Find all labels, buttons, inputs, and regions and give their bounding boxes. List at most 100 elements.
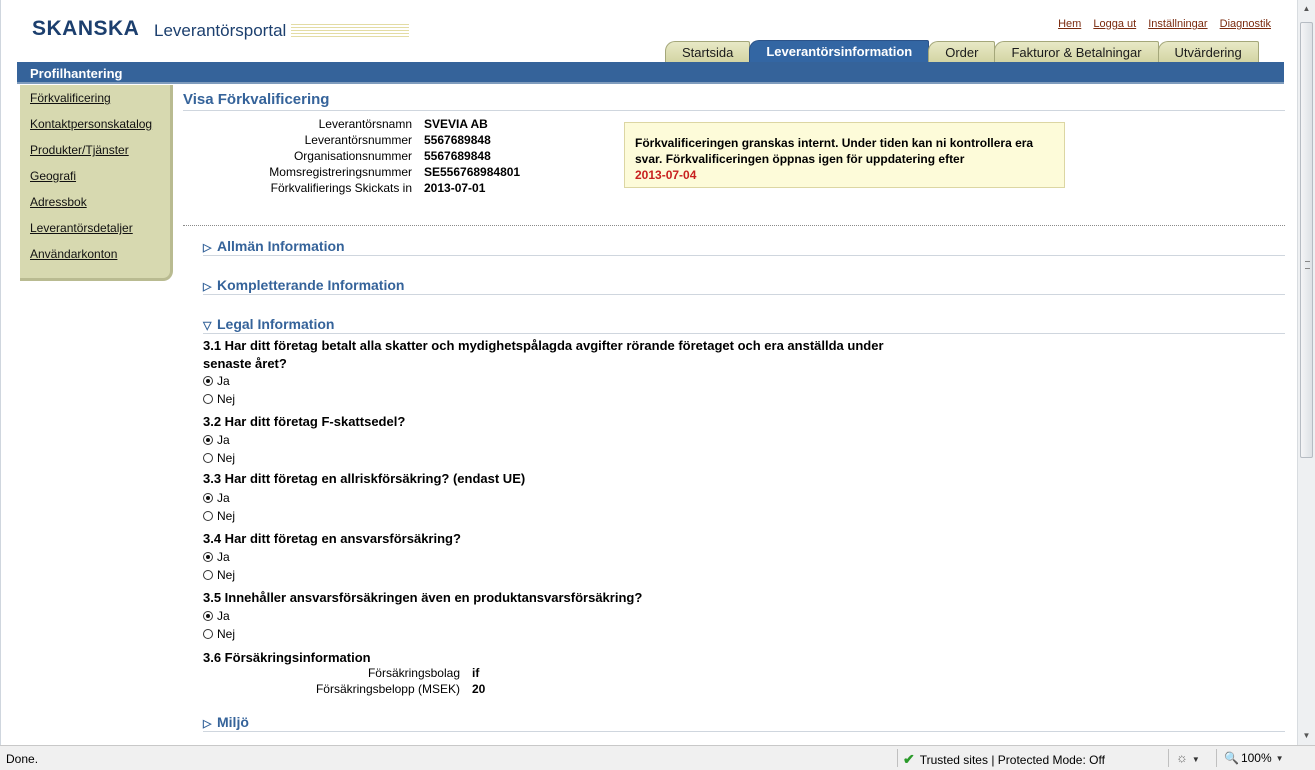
radio-selected-icon[interactable] [203, 376, 213, 386]
tab-utvardering[interactable]: Utvärdering [1157, 41, 1259, 62]
radio-3-3-no[interactable]: Nej [203, 508, 235, 524]
radio-selected-icon[interactable] [203, 611, 213, 621]
insurance-amount-label: Försäkringsbelopp (MSEK) [315, 682, 460, 696]
radio-3-2-yes[interactable]: Ja [203, 432, 230, 448]
section-complementary-title: Kompletterande Information [217, 277, 405, 293]
browser-viewport: SKANSKA Leverantörsportal Hem Logga ut I… [0, 0, 1297, 745]
sidebar: Förkvalificering Kontaktpersonskatalog P… [20, 85, 173, 281]
security-zone-text: Trusted sites | Protected Mode: Off [919, 752, 1105, 767]
radio-selected-icon[interactable] [203, 435, 213, 445]
review-notice-text: Förkvalificeringen granskas internt. Und… [635, 136, 1034, 166]
radio-empty-icon[interactable] [203, 629, 213, 639]
scroll-up-icon[interactable]: ▲ [1301, 4, 1312, 14]
tab-order[interactable]: Order [928, 41, 996, 62]
review-notice: Förkvalificeringen granskas internt. Und… [624, 122, 1065, 188]
section-general[interactable]: ▷ Allmän Information [203, 238, 1285, 256]
radio-3-2-no[interactable]: Nej [203, 450, 235, 466]
section-legal[interactable]: ▽ Legal Information [203, 316, 1285, 334]
protected-mode-icon[interactable]: ☼ ▼ [1176, 750, 1200, 765]
global-links: Hem Logga ut Inställningar Diagnostik [1049, 18, 1271, 30]
dropdown-arrow-icon[interactable]: ▼ [1276, 754, 1284, 763]
radio-empty-icon[interactable] [203, 570, 213, 580]
supplier-number-label: Leverantörsnummer [304, 133, 412, 147]
radio-empty-icon[interactable] [203, 511, 213, 521]
submitted-value: 2013-07-01 [424, 181, 486, 195]
tab-leverantorsinformation[interactable]: Leverantörsinformation [749, 40, 930, 62]
divider [183, 225, 1285, 226]
section-environment[interactable]: ▷ Miljö [203, 714, 1285, 732]
checkmark-icon: ✔ [903, 751, 915, 767]
subnav-title: Profilhantering [30, 66, 123, 81]
question-3-5: 3.5 Innehåller ansvarsförsäkringen även … [203, 590, 643, 605]
radio-3-3-yes[interactable]: Ja [203, 490, 230, 506]
sidebar-item-produkter[interactable]: Produkter/Tjänster [30, 143, 129, 157]
radio-3-1-no[interactable]: Nej [203, 391, 235, 407]
supplier-number-value: 5567689848 [424, 133, 491, 147]
radio-empty-icon[interactable] [203, 453, 213, 463]
sidebar-item-forkvalificering[interactable]: Förkvalificering [30, 91, 111, 105]
scrollbar-thumb[interactable] [1300, 22, 1313, 458]
zoom-level: 100% [1240, 751, 1272, 765]
radio-label: Nej [217, 392, 236, 406]
radio-label: Nej [217, 451, 236, 465]
insurance-heading: 3.6 Försäkringsinformation [203, 650, 371, 665]
diagnostics-link[interactable]: Diagnostik [1220, 18, 1271, 30]
submitted-label: Förkvalifierings Skickats in [270, 181, 412, 195]
radio-label: Ja [217, 374, 230, 388]
radio-empty-icon[interactable] [203, 394, 213, 404]
subnav-bar: Profilhantering [17, 62, 1284, 84]
title-decoration [291, 24, 409, 37]
radio-selected-icon[interactable] [203, 552, 213, 562]
insurance-amount-value: 20 [472, 682, 486, 696]
radio-label: Nej [217, 568, 236, 582]
settings-link[interactable]: Inställningar [1148, 18, 1207, 30]
sidebar-item-kontaktpersonskatalog[interactable]: Kontaktpersonskatalog [30, 117, 152, 131]
separator [1216, 749, 1217, 767]
supplier-labels: Leverantörsnamn Leverantörsnummer Organi… [183, 115, 412, 195]
radio-3-1-yes[interactable]: Ja [203, 373, 230, 389]
magnifier-icon: 🔍 [1224, 751, 1239, 765]
separator [897, 749, 898, 767]
insurance-labels: Försäkringsbolag Försäkringsbelopp (MSEK… [183, 666, 460, 700]
radio-label: Ja [217, 609, 230, 623]
radio-selected-icon[interactable] [203, 493, 213, 503]
collapse-arrow-icon[interactable]: ▽ [203, 319, 217, 332]
radio-3-4-no[interactable]: Nej [203, 567, 235, 583]
home-link[interactable]: Hem [1058, 18, 1081, 30]
vat-number-value: SE556768984801 [424, 165, 521, 179]
vat-number-label: Momsregistreringsnummer [269, 165, 412, 179]
sidebar-item-adressbok[interactable]: Adressbok [30, 195, 87, 209]
sidebar-item-geografi[interactable]: Geografi [30, 169, 76, 183]
supplier-name-label: Leverantörsnamn [318, 117, 412, 131]
sidebar-item-anvandarkonton[interactable]: Användarkonton [30, 247, 117, 261]
expand-arrow-icon[interactable]: ▷ [203, 241, 217, 254]
logout-link[interactable]: Logga ut [1093, 18, 1136, 30]
supplier-name-value: SVEVIA AB [424, 117, 488, 131]
expand-arrow-icon[interactable]: ▷ [203, 717, 217, 730]
zoom-control[interactable]: 🔍 100% ▼ [1224, 751, 1284, 765]
separator [1168, 749, 1169, 767]
tab-fakturor[interactable]: Fakturor & Betalningar [994, 41, 1159, 62]
status-text: Done. [6, 752, 39, 766]
dropdown-arrow-icon[interactable]: ▼ [1192, 755, 1200, 764]
main-content: Visa Förkvalificering Leverantörsnamn Le… [183, 91, 1285, 732]
org-number-value: 5567689848 [424, 149, 491, 163]
radio-3-5-yes[interactable]: Ja [203, 608, 230, 624]
tab-startsida[interactable]: Startsida [665, 41, 751, 62]
vertical-scrollbar[interactable]: ▲ ▼ [1297, 0, 1315, 745]
org-number-label: Organisationsnummer [293, 149, 412, 163]
sidebar-item-leverantorsdetaljer[interactable]: Leverantörsdetaljer [30, 221, 133, 235]
scroll-down-icon[interactable]: ▼ [1301, 731, 1312, 741]
radio-label: Nej [217, 509, 236, 523]
radio-label: Ja [217, 550, 230, 564]
radio-3-5-no[interactable]: Nej [203, 626, 235, 642]
portal-title: Leverantörsportal [154, 21, 287, 40]
security-zone[interactable]: ✔ Trusted sites | Protected Mode: Off [903, 751, 1105, 768]
radio-3-4-yes[interactable]: Ja [203, 549, 230, 565]
skanska-logo: SKANSKA [32, 17, 140, 40]
section-legal-title: Legal Information [217, 316, 335, 332]
insurance-values: if 20 [472, 666, 552, 700]
section-complementary[interactable]: ▷ Kompletterande Information [203, 277, 1285, 295]
expand-arrow-icon[interactable]: ▷ [203, 280, 217, 293]
status-bar: Done. ✔ Trusted sites | Protected Mode: … [0, 745, 1315, 770]
